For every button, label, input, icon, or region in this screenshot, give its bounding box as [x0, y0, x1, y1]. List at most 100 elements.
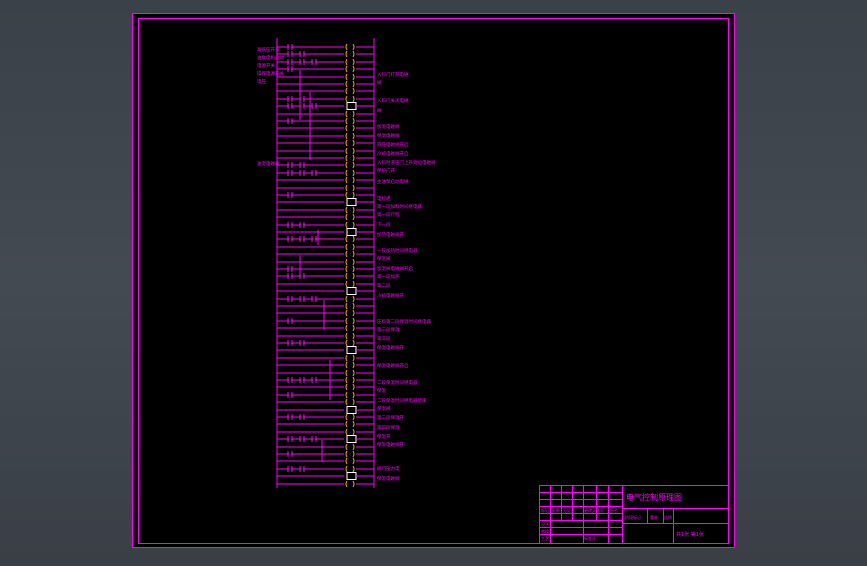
right-label: 入料门关闭电磁: [377, 97, 409, 104]
left-label: 操作电源开关: [257, 70, 284, 77]
right-label: 保护门开: [377, 167, 395, 174]
right-label: 第三段保温: [377, 326, 400, 333]
right-label: 第三段保温开: [377, 414, 404, 421]
right-label: 下一段: [377, 221, 391, 228]
title-block-label-design: 设计: [541, 521, 549, 527]
title-block-label-change: 更改文件号: [584, 507, 604, 513]
drawing-sheet: [132, 13, 735, 548]
title-block-label-scale: 比例: [664, 514, 672, 520]
right-label: 保温阀: [377, 405, 391, 412]
contact-gap: [313, 298, 315, 300]
contact-gap: [301, 172, 303, 174]
right-label: 保温开: [377, 433, 391, 440]
contact-gap: [289, 275, 291, 277]
contact-gap: [313, 61, 315, 63]
contact-gap: [289, 61, 291, 63]
title-block-title: 电气控制原理图: [626, 492, 682, 502]
right-label: 阀: [377, 79, 382, 86]
contact-gap: [289, 164, 291, 166]
title-block-label-count: 处数: [552, 507, 560, 513]
right-label: 阀门压力电: [377, 465, 400, 472]
left-label: 油温电磁阀: [257, 160, 280, 167]
left-label: 油泵电机启动: [257, 54, 284, 61]
left-label: 电压: [257, 78, 266, 85]
left-label: 电源开关: [257, 62, 275, 69]
contact-gap: [289, 194, 291, 196]
contact-gap: [289, 298, 291, 300]
contact-gap: [289, 224, 291, 226]
right-label: 入料门打开电磁: [377, 71, 409, 78]
contact-gap: [301, 275, 303, 277]
right-label: 主油泵启动电磁: [377, 178, 409, 185]
contact-gap: [289, 172, 291, 174]
title-block-label-sign: 签名: [610, 507, 618, 513]
contact-gap: [289, 453, 291, 455]
title-block-label-review: 审核: [541, 528, 549, 534]
contact-gap: [289, 268, 291, 270]
contact-gap: [301, 164, 303, 166]
drawing-canvas: 高低压开关油泵电机启动电源开关操作电源开关电压油温电磁阀 入料门打开电磁阀入料门…: [132, 13, 735, 548]
contact-gap: [313, 105, 315, 107]
title-block-label-process: 工艺: [541, 536, 549, 541]
contact-gap: [301, 53, 303, 55]
right-label: 压料第二段保温时间继电器: [377, 318, 431, 325]
right-label: 保温电磁阀: [377, 132, 400, 139]
title-block-label-mark: 标记: [541, 507, 549, 513]
cad-viewport[interactable]: 高低压开关 油泵电机启动 电源开关 操作电源开关 电压 油温电磁阀 入料门打开电磁阀入料门…: [0, 0, 867, 562]
contact-gap: [301, 342, 303, 344]
right-label: 第四段保温: [377, 424, 400, 431]
title-block-label-stage: 阶段标记: [625, 514, 641, 520]
contact-gap: [301, 61, 303, 63]
right-label: 冷却电磁阀开: [377, 292, 404, 299]
contact-gap: [289, 46, 291, 48]
contact-gap: [289, 105, 291, 107]
contact-gap: [301, 238, 303, 240]
contact-gap: [301, 105, 303, 107]
title-block-label-zone: 分区: [563, 507, 571, 513]
contact-gap: [301, 438, 303, 440]
contact-gap: [313, 379, 315, 381]
right-label: 保温电磁阀: [377, 475, 400, 482]
contact-gap: [289, 379, 291, 381]
right-label: 加热电磁阀开: [377, 231, 404, 238]
right-label: 二段保温时间继电器: [377, 379, 418, 386]
right-label: 保温电磁阀开启: [377, 362, 409, 369]
title-block-label-standard: 标准化: [584, 535, 596, 541]
right-label: 保温: [377, 387, 386, 394]
title-block-label-weight: 重量: [650, 514, 658, 520]
contact-gap: [289, 53, 291, 55]
contact-gap: [289, 342, 291, 344]
contact-gap: [289, 120, 291, 122]
contact-gap: [289, 438, 291, 440]
contact-gap: [289, 320, 291, 322]
contact-gap: [301, 379, 303, 381]
contact-gap: [289, 98, 291, 100]
right-label: 二段保温时间继电器结束: [377, 397, 427, 404]
right-label: 冷却电磁阀开启: [377, 150, 409, 157]
right-label: 第二段: [377, 282, 391, 289]
contact-gap: [289, 394, 291, 396]
right-label: 第一段加料时间继电器: [377, 203, 422, 210]
contact-gap: [301, 468, 303, 470]
contact-gap: [289, 68, 291, 70]
right-label: 第三段: [377, 335, 391, 342]
contact-gap: [313, 438, 315, 440]
right-label: 保温电磁阀开: [377, 344, 404, 351]
contact-gap: [313, 172, 315, 174]
contact-gap: [301, 98, 303, 100]
right-label: 第一段行程: [377, 211, 400, 218]
contact-gap: [301, 224, 303, 226]
right-label: 保温电磁阀开: [377, 441, 404, 448]
right-label: 阀: [377, 107, 382, 114]
contact-gap: [289, 238, 291, 240]
right-label: 液压电磁阀开启: [377, 141, 409, 148]
left-label: 高低压开关: [257, 46, 280, 53]
right-label: 入料时液压门上升到位电磁阀: [377, 159, 436, 166]
right-label: 加温阀电磁阀开启: [377, 265, 413, 272]
right-label: 保温阀: [377, 255, 391, 262]
contact-gap: [301, 416, 303, 418]
contact-gap: [301, 298, 303, 300]
right-label: 第一段加热: [377, 273, 400, 280]
right-label: 电控柜: [377, 195, 391, 202]
right-label: 加温电磁阀: [377, 123, 400, 130]
